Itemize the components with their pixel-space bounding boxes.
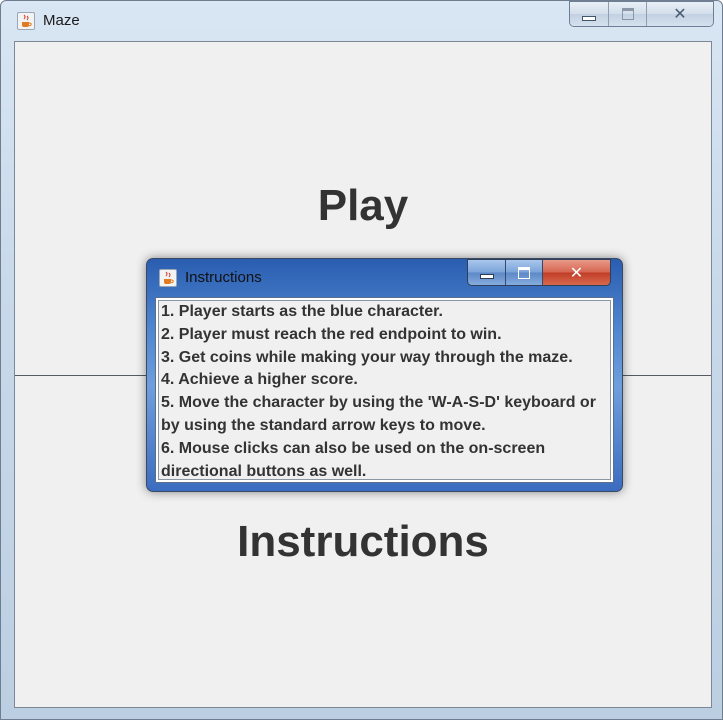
java-cup-icon	[17, 12, 35, 30]
maximize-button[interactable]	[609, 2, 647, 26]
maximize-icon	[518, 266, 530, 279]
dialog-controls: ✕	[467, 259, 611, 286]
main-window-title: Maze	[43, 12, 80, 29]
dialog-title: Instructions	[185, 269, 262, 286]
minimize-button[interactable]	[570, 2, 609, 26]
dialog-close-button[interactable]: ✕	[543, 260, 610, 285]
main-titlebar[interactable]: Maze ✕	[1, 1, 722, 39]
instruction-line: 4. Achieve a higher score.	[161, 371, 358, 389]
java-cup-icon	[159, 269, 177, 287]
instruction-line: 3. Get coins while making your way throu…	[161, 348, 573, 366]
instruction-line: by using the standard arrow keys to move…	[161, 416, 486, 434]
main-window-controls: ✕	[569, 1, 714, 27]
instructions-dialog: Instructions ✕ 1. Player starts as the b…	[146, 258, 623, 492]
instruction-line: 2. Player must reach the red endpoint to…	[161, 325, 502, 343]
instruction-line: directional buttons as well.	[161, 462, 367, 480]
dialog-maximize-button[interactable]	[506, 260, 543, 285]
close-icon: ✕	[673, 4, 687, 23]
instructions-text-area[interactable]: 1. Player starts as the blue character. …	[158, 300, 611, 480]
close-icon: ✕	[569, 262, 584, 282]
minimize-icon	[582, 15, 596, 21]
instruction-line: 1. Player starts as the blue character.	[161, 303, 443, 320]
close-button[interactable]: ✕	[647, 2, 713, 26]
instruction-line: 5. Move the character by using the 'W-A-…	[161, 394, 596, 412]
dialog-minimize-button[interactable]	[468, 260, 506, 285]
dialog-content: 1. Player starts as the blue character. …	[155, 297, 614, 483]
maximize-icon	[621, 8, 634, 20]
instruction-line: 6. Mouse clicks can also be used on the …	[161, 439, 546, 457]
minimize-icon	[479, 274, 494, 279]
